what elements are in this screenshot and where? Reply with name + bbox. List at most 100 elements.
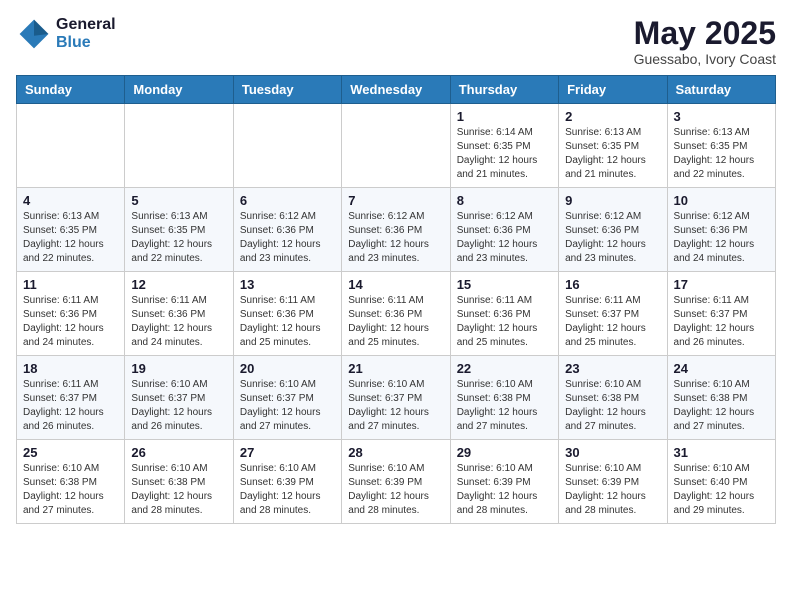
logo-text: General Blue bbox=[56, 16, 116, 52]
day-info: Sunrise: 6:12 AM Sunset: 6:36 PM Dayligh… bbox=[674, 210, 769, 266]
day-info: Sunrise: 6:13 AM Sunset: 6:35 PM Dayligh… bbox=[674, 126, 769, 182]
calendar-cell: 29Sunrise: 6:10 AM Sunset: 6:39 PM Dayli… bbox=[450, 440, 558, 524]
calendar-cell: 16 Sunrise: 6:11 AM Sunset: 6:37 PM Dayli… bbox=[559, 272, 667, 356]
day-number: 31 bbox=[674, 445, 769, 460]
day-info: Sunrise: 6:10 AM Sunset: 6:38 PM Dayligh… bbox=[457, 378, 552, 434]
calendar-cell: 23 Sunrise: 6:10 AM Sunset: 6:38 PM Dayli… bbox=[559, 356, 667, 440]
day-number: 21 bbox=[348, 361, 443, 376]
day-number: 1 bbox=[457, 109, 552, 124]
day-header-friday: Friday bbox=[559, 76, 667, 104]
day-info: Sunrise: 6:11 AM Sunset: 6:36 PM Dayligh… bbox=[131, 294, 226, 350]
location-subtitle: Guessabo, Ivory Coast bbox=[634, 51, 776, 67]
day-header-tuesday: Tuesday bbox=[233, 76, 341, 104]
calendar-cell: 21 Sunrise: 6:10 AM Sunset: 6:37 PM Dayli… bbox=[342, 356, 450, 440]
day-number: 16 bbox=[565, 277, 660, 292]
day-info: Sunrise: 6:10 AM Sunset: 6:38 PM Dayligh… bbox=[23, 462, 118, 518]
day-info: Sunrise: 6:10 AM Sunset: 6:38 PM Dayligh… bbox=[674, 378, 769, 434]
calendar-cell: 13 Sunrise: 6:11 AM Sunset: 6:36 PM Dayli… bbox=[233, 272, 341, 356]
day-info: Sunrise: 6:14 AM Sunset: 6:35 PM Dayligh… bbox=[457, 126, 552, 182]
calendar-cell: 22 Sunrise: 6:10 AM Sunset: 6:38 PM Dayli… bbox=[450, 356, 558, 440]
day-info: Sunrise: 6:10 AM Sunset: 6:39 PM Dayligh… bbox=[240, 462, 335, 518]
title-area: May 2025 Guessabo, Ivory Coast bbox=[634, 16, 776, 67]
day-info: Sunrise: 6:10 AM Sunset: 6:38 PM Dayligh… bbox=[131, 462, 226, 518]
day-info: Sunrise: 6:11 AM Sunset: 6:37 PM Dayligh… bbox=[565, 294, 660, 350]
calendar-cell: 10Sunrise: 6:12 AM Sunset: 6:36 PM Dayli… bbox=[667, 188, 775, 272]
day-number: 3 bbox=[674, 109, 769, 124]
day-info: Sunrise: 6:13 AM Sunset: 6:35 PM Dayligh… bbox=[131, 210, 226, 266]
day-number: 23 bbox=[565, 361, 660, 376]
calendar-cell bbox=[233, 104, 341, 188]
calendar-cell: 30Sunrise: 6:10 AM Sunset: 6:39 PM Dayli… bbox=[559, 440, 667, 524]
day-number: 26 bbox=[131, 445, 226, 460]
calendar-cell: 25 Sunrise: 6:10 AM Sunset: 6:38 PM Dayli… bbox=[17, 440, 125, 524]
calendar-cell: 15 Sunrise: 6:11 AM Sunset: 6:36 PM Dayli… bbox=[450, 272, 558, 356]
calendar-cell: 17Sunrise: 6:11 AM Sunset: 6:37 PM Dayli… bbox=[667, 272, 775, 356]
day-info: Sunrise: 6:10 AM Sunset: 6:37 PM Dayligh… bbox=[240, 378, 335, 434]
day-number: 13 bbox=[240, 277, 335, 292]
day-info: Sunrise: 6:11 AM Sunset: 6:36 PM Dayligh… bbox=[457, 294, 552, 350]
day-info: Sunrise: 6:12 AM Sunset: 6:36 PM Dayligh… bbox=[457, 210, 552, 266]
day-number: 25 bbox=[23, 445, 118, 460]
day-info: Sunrise: 6:10 AM Sunset: 6:39 PM Dayligh… bbox=[457, 462, 552, 518]
calendar-cell: 20 Sunrise: 6:10 AM Sunset: 6:37 PM Dayli… bbox=[233, 356, 341, 440]
day-info: Sunrise: 6:12 AM Sunset: 6:36 PM Dayligh… bbox=[565, 210, 660, 266]
calendar-cell: 26 Sunrise: 6:10 AM Sunset: 6:38 PM Dayli… bbox=[125, 440, 233, 524]
day-info: Sunrise: 6:10 AM Sunset: 6:37 PM Dayligh… bbox=[131, 378, 226, 434]
calendar-week-row: 4 Sunrise: 6:13 AM Sunset: 6:35 PM Daylig… bbox=[17, 188, 776, 272]
day-header-wednesday: Wednesday bbox=[342, 76, 450, 104]
day-number: 19 bbox=[131, 361, 226, 376]
calendar-cell: 6 Sunrise: 6:12 AM Sunset: 6:36 PM Daylig… bbox=[233, 188, 341, 272]
day-info: Sunrise: 6:13 AM Sunset: 6:35 PM Dayligh… bbox=[23, 210, 118, 266]
day-info: Sunrise: 6:10 AM Sunset: 6:37 PM Dayligh… bbox=[348, 378, 443, 434]
calendar-cell: 12 Sunrise: 6:11 AM Sunset: 6:36 PM Dayli… bbox=[125, 272, 233, 356]
day-number: 12 bbox=[131, 277, 226, 292]
day-number: 2 bbox=[565, 109, 660, 124]
day-number: 30 bbox=[565, 445, 660, 460]
calendar-cell: 27 Sunrise: 6:10 AM Sunset: 6:39 PM Dayli… bbox=[233, 440, 341, 524]
day-number: 6 bbox=[240, 193, 335, 208]
logo: General Blue bbox=[16, 16, 116, 52]
calendar-cell: 1 Sunrise: 6:14 AM Sunset: 6:35 PM Daylig… bbox=[450, 104, 558, 188]
day-header-monday: Monday bbox=[125, 76, 233, 104]
day-number: 15 bbox=[457, 277, 552, 292]
month-title: May 2025 bbox=[634, 16, 776, 51]
day-number: 20 bbox=[240, 361, 335, 376]
calendar-cell: 8 Sunrise: 6:12 AM Sunset: 6:36 PM Daylig… bbox=[450, 188, 558, 272]
day-number: 7 bbox=[348, 193, 443, 208]
day-header-thursday: Thursday bbox=[450, 76, 558, 104]
calendar-cell: 28 Sunrise: 6:10 AM Sunset: 6:39 PM Dayli… bbox=[342, 440, 450, 524]
day-number: 14 bbox=[348, 277, 443, 292]
day-number: 24 bbox=[674, 361, 769, 376]
logo-icon bbox=[16, 16, 52, 52]
day-number: 4 bbox=[23, 193, 118, 208]
day-info: Sunrise: 6:10 AM Sunset: 6:40 PM Dayligh… bbox=[674, 462, 769, 518]
day-info: Sunrise: 6:10 AM Sunset: 6:38 PM Dayligh… bbox=[565, 378, 660, 434]
day-number: 8 bbox=[457, 193, 552, 208]
day-info: Sunrise: 6:10 AM Sunset: 6:39 PM Dayligh… bbox=[348, 462, 443, 518]
day-number: 27 bbox=[240, 445, 335, 460]
calendar-cell bbox=[342, 104, 450, 188]
calendar-cell: 18Sunrise: 6:11 AM Sunset: 6:37 PM Dayli… bbox=[17, 356, 125, 440]
day-info: Sunrise: 6:11 AM Sunset: 6:36 PM Dayligh… bbox=[23, 294, 118, 350]
page-header: General Blue May 2025 Guessabo, Ivory Co… bbox=[16, 16, 776, 67]
calendar-header-row: SundayMondayTuesdayWednesdayThursdayFrid… bbox=[17, 76, 776, 104]
calendar-cell: 5 Sunrise: 6:13 AM Sunset: 6:35 PM Daylig… bbox=[125, 188, 233, 272]
calendar-cell: 7Sunrise: 6:12 AM Sunset: 6:36 PM Daylig… bbox=[342, 188, 450, 272]
calendar-cell: 19 Sunrise: 6:10 AM Sunset: 6:37 PM Dayli… bbox=[125, 356, 233, 440]
day-info: Sunrise: 6:12 AM Sunset: 6:36 PM Dayligh… bbox=[240, 210, 335, 266]
calendar-cell: 2Sunrise: 6:13 AM Sunset: 6:35 PM Daylig… bbox=[559, 104, 667, 188]
day-number: 22 bbox=[457, 361, 552, 376]
day-info: Sunrise: 6:11 AM Sunset: 6:37 PM Dayligh… bbox=[674, 294, 769, 350]
calendar-cell: 11Sunrise: 6:11 AM Sunset: 6:36 PM Dayli… bbox=[17, 272, 125, 356]
calendar-cell: 14Sunrise: 6:11 AM Sunset: 6:36 PM Dayli… bbox=[342, 272, 450, 356]
calendar-cell: 24 Sunrise: 6:10 AM Sunset: 6:38 PM Dayli… bbox=[667, 356, 775, 440]
day-info: Sunrise: 6:11 AM Sunset: 6:37 PM Dayligh… bbox=[23, 378, 118, 434]
calendar-cell bbox=[125, 104, 233, 188]
calendar-week-row: 25 Sunrise: 6:10 AM Sunset: 6:38 PM Dayli… bbox=[17, 440, 776, 524]
calendar-cell: 4 Sunrise: 6:13 AM Sunset: 6:35 PM Daylig… bbox=[17, 188, 125, 272]
day-number: 28 bbox=[348, 445, 443, 460]
day-number: 5 bbox=[131, 193, 226, 208]
calendar-week-row: 11Sunrise: 6:11 AM Sunset: 6:36 PM Dayli… bbox=[17, 272, 776, 356]
calendar-week-row: 1 Sunrise: 6:14 AM Sunset: 6:35 PM Daylig… bbox=[17, 104, 776, 188]
day-info: Sunrise: 6:11 AM Sunset: 6:36 PM Dayligh… bbox=[240, 294, 335, 350]
